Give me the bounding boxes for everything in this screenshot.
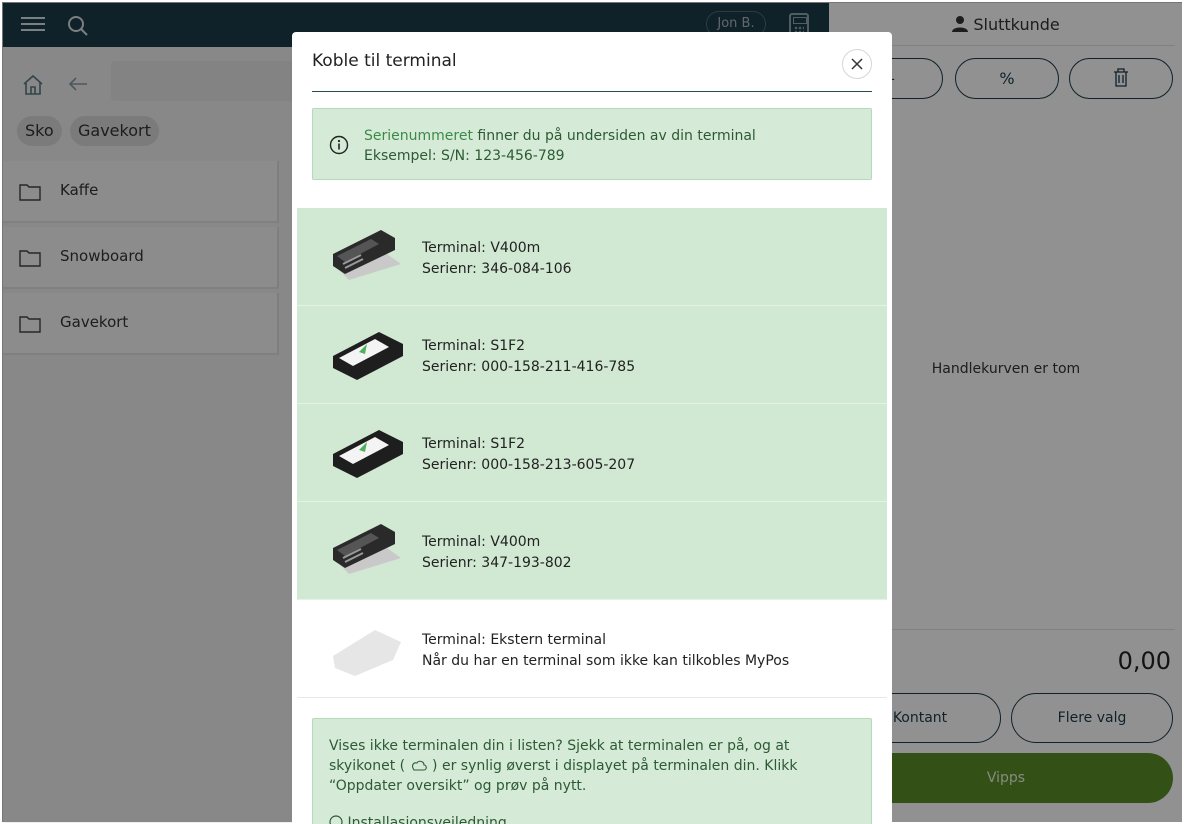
terminal-row[interactable]: Terminal: Ekstern terminal Når du har en…	[297, 600, 887, 698]
terminal-info: Terminal: V400m Serienr: 347-193-802	[422, 532, 572, 574]
terminal-name: Terminal: V400m	[422, 534, 541, 550]
installation-guide-label: Installasjonsveiledning	[347, 815, 507, 824]
dialog-title: Koble til terminal	[312, 51, 457, 71]
terminal-info: Terminal: S1F2 Serienr: 000-158-211-416-…	[422, 336, 635, 378]
title-divider	[312, 91, 872, 92]
terminal-info: Terminal: Ekstern terminal Når du har en…	[422, 630, 789, 672]
serial-info-box: Serienummeret finner du på undersiden av…	[312, 108, 872, 180]
terminal-name: Terminal: V400m	[422, 240, 541, 256]
terminal-row[interactable]: Terminal: V400m Serienr: 347-193-802	[297, 502, 887, 600]
help-text: Vises ikke terminalen din i listen? Sjek…	[329, 736, 859, 796]
terminal-row[interactable]: Terminal: V400m Serienr: 346-084-106	[297, 208, 887, 306]
help-box: Vises ikke terminalen din i listen? Sjek…	[312, 718, 872, 824]
terminal-info: Terminal: S1F2 Serienr: 000-158-213-605-…	[422, 434, 635, 476]
serial-info-example: Eksempel: S/N: 123-456-789	[364, 148, 565, 164]
close-button[interactable]	[842, 49, 872, 79]
cloud-icon	[411, 760, 427, 771]
terminal-serial: Serienr: 347-193-802	[422, 555, 572, 571]
external-terminal-icon	[333, 630, 401, 676]
v400m-terminal-icon	[333, 230, 401, 280]
serial-info-text: Serienummeret finner du på undersiden av…	[364, 126, 756, 166]
terminal-name: Terminal: S1F2	[422, 338, 526, 354]
close-icon	[851, 58, 863, 70]
s1f2-terminal-icon	[333, 332, 403, 380]
terminal-list: Terminal: V400m Serienr: 346-084-106 Ter…	[297, 208, 887, 698]
terminal-serial: Serienr: 000-158-213-605-207	[422, 457, 636, 473]
question-icon	[329, 815, 343, 824]
installation-guide-link[interactable]: Installasjonsveiledning	[329, 815, 507, 824]
terminal-description: Når du har en terminal som ikke kan tilk…	[422, 653, 790, 669]
terminal-name: Terminal: Ekstern terminal	[422, 632, 606, 648]
terminal-row[interactable]: Terminal: S1F2 Serienr: 000-158-211-416-…	[297, 306, 887, 404]
terminal-serial: Serienr: 000-158-211-416-785	[422, 359, 636, 375]
info-icon	[329, 135, 349, 155]
terminal-name: Terminal: S1F2	[422, 436, 526, 452]
v400m-terminal-icon	[333, 524, 401, 574]
terminal-info: Terminal: V400m Serienr: 346-084-106	[422, 238, 572, 280]
serial-info-line1: finner du på undersiden av din terminal	[472, 128, 756, 144]
s1f2-terminal-icon	[333, 430, 403, 478]
terminal-serial: Serienr: 346-084-106	[422, 261, 572, 277]
terminal-row[interactable]: Terminal: S1F2 Serienr: 000-158-213-605-…	[297, 404, 887, 502]
connect-terminal-dialog: Koble til terminal Serienummeret finner …	[292, 32, 892, 824]
serial-number-link[interactable]: Serienummeret	[364, 128, 473, 144]
